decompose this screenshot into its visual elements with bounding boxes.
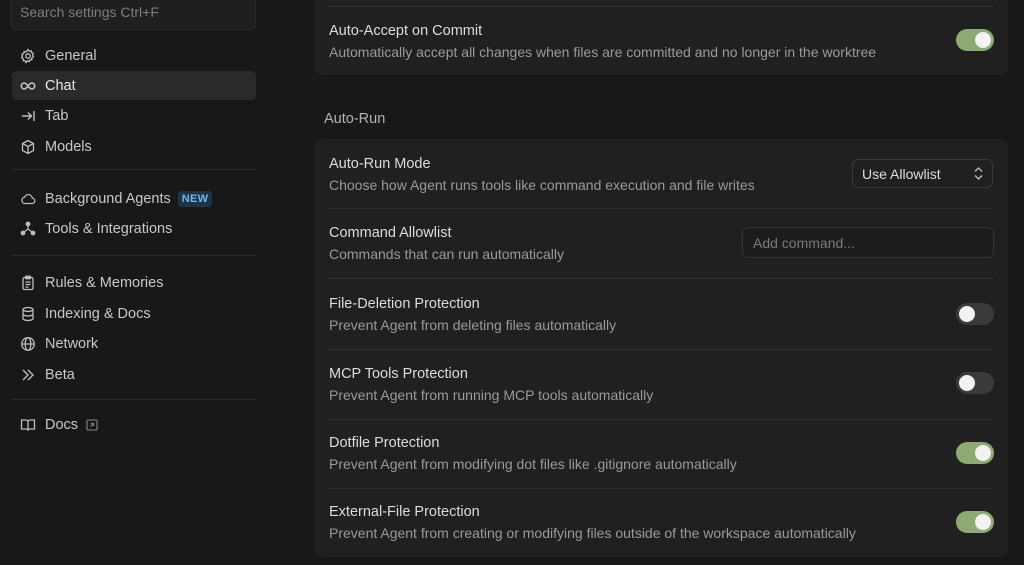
- sidebar-divider: [12, 255, 256, 256]
- search-box[interactable]: [10, 0, 256, 30]
- command-allowlist-description: Commands that can run automatically: [329, 246, 564, 262]
- new-badge: NEW: [177, 190, 213, 207]
- external-file-description: Prevent Agent from creating or modifying…: [329, 525, 856, 541]
- sidebar-divider: [12, 399, 256, 400]
- auto-accept-description: Automatically accept all changes when fi…: [329, 44, 877, 60]
- mcp-tools-description: Prevent Agent from running MCP tools aut…: [329, 387, 654, 403]
- sidebar-item-indexing-docs[interactable]: Indexing & Docs: [12, 299, 256, 328]
- sidebar-item-label: Docs: [45, 416, 79, 433]
- row-divider: [328, 488, 994, 489]
- book-icon: [19, 416, 37, 434]
- infinity-icon: [19, 77, 37, 95]
- nodes-icon: [19, 220, 37, 238]
- sidebar-item-rules-memories[interactable]: Rules & Memories: [12, 268, 256, 297]
- mcp-tools-title: MCP Tools Protection: [329, 366, 468, 382]
- row-divider: [328, 419, 994, 420]
- cube-icon: [19, 138, 37, 156]
- sidebar-item-label: General: [45, 47, 97, 64]
- dotfile-title: Dotfile Protection: [329, 435, 440, 451]
- database-icon: [19, 305, 37, 323]
- search-input[interactable]: [20, 4, 255, 20]
- tab-arrow-icon: [19, 107, 37, 125]
- toggle-knob: [959, 375, 975, 391]
- file-deletion-title: File-Deletion Protection: [329, 296, 480, 312]
- double-chevron-icon: [19, 366, 37, 384]
- toggle-knob: [975, 445, 991, 461]
- external-file-title: External-File Protection: [329, 504, 480, 520]
- file-deletion-toggle[interactable]: [956, 303, 994, 325]
- clipboard-icon: [19, 274, 37, 292]
- add-command-input[interactable]: [753, 234, 993, 251]
- sidebar-item-general[interactable]: General: [12, 41, 256, 70]
- auto-run-mode-title: Auto-Run Mode: [329, 156, 431, 172]
- auto-accept-card: Auto-Accept on Commit Automatically acce…: [314, 0, 1008, 75]
- toggle-knob: [975, 32, 991, 48]
- sidebar-item-models[interactable]: Models: [12, 132, 256, 161]
- sidebar-item-label: Tab: [45, 107, 69, 124]
- toggle-knob: [975, 514, 991, 530]
- sidebar-item-label: Chat: [45, 77, 76, 94]
- chevron-updown-icon: [973, 166, 984, 184]
- command-allowlist-title: Command Allowlist: [329, 225, 452, 241]
- sidebar-item-chat[interactable]: Chat: [12, 71, 256, 100]
- auto-accept-toggle[interactable]: [956, 29, 994, 51]
- sidebar-item-tools-integrations[interactable]: Tools & Integrations: [12, 214, 256, 243]
- globe-icon: [19, 335, 37, 353]
- sidebar-item-label: Indexing & Docs: [45, 305, 151, 322]
- row-divider: [328, 349, 994, 350]
- sidebar-item-tab[interactable]: Tab: [12, 101, 256, 130]
- external-link-icon: [86, 418, 98, 431]
- sidebar-item-label: Tools & Integrations: [45, 220, 173, 237]
- file-deletion-description: Prevent Agent from deleting files automa…: [329, 317, 617, 333]
- sidebar-item-docs[interactable]: Docs: [12, 410, 256, 439]
- sidebar-item-network[interactable]: Network: [12, 329, 256, 358]
- toggle-knob: [959, 306, 975, 322]
- auto-run-card: Auto-Run Mode Choose how Agent runs tool…: [314, 139, 1008, 557]
- sidebar-item-label: Network: [45, 335, 99, 352]
- auto-accept-title: Auto-Accept on Commit: [329, 23, 483, 39]
- cloud-icon: [19, 190, 37, 208]
- row-divider: [328, 278, 994, 279]
- auto-run-mode-select[interactable]: Use Allowlist: [852, 159, 993, 188]
- select-value: Use Allowlist: [862, 165, 941, 182]
- auto-run-section-title: Auto-Run: [324, 111, 386, 127]
- auto-run-mode-description: Choose how Agent runs tools like command…: [329, 177, 755, 193]
- dotfile-toggle[interactable]: [956, 442, 994, 464]
- row-divider: [328, 6, 994, 7]
- sidebar-item-beta[interactable]: Beta: [12, 360, 256, 389]
- add-command-field[interactable]: [742, 227, 994, 258]
- sidebar-divider: [12, 169, 256, 170]
- sidebar-item-background-agents[interactable]: Background Agents NEW: [12, 184, 256, 213]
- sidebar-item-label: Rules & Memories: [45, 274, 164, 291]
- sidebar-item-label: Background Agents: [45, 190, 171, 207]
- row-divider: [328, 208, 994, 209]
- sidebar-item-label: Models: [45, 138, 92, 155]
- gear-icon: [19, 47, 37, 65]
- sidebar: General Chat Tab Models Background Agent…: [0, 0, 268, 565]
- dotfile-description: Prevent Agent from modifying dot files l…: [329, 456, 737, 472]
- external-file-toggle[interactable]: [956, 511, 994, 533]
- mcp-tools-toggle[interactable]: [956, 372, 994, 394]
- sidebar-item-label: Beta: [45, 366, 75, 383]
